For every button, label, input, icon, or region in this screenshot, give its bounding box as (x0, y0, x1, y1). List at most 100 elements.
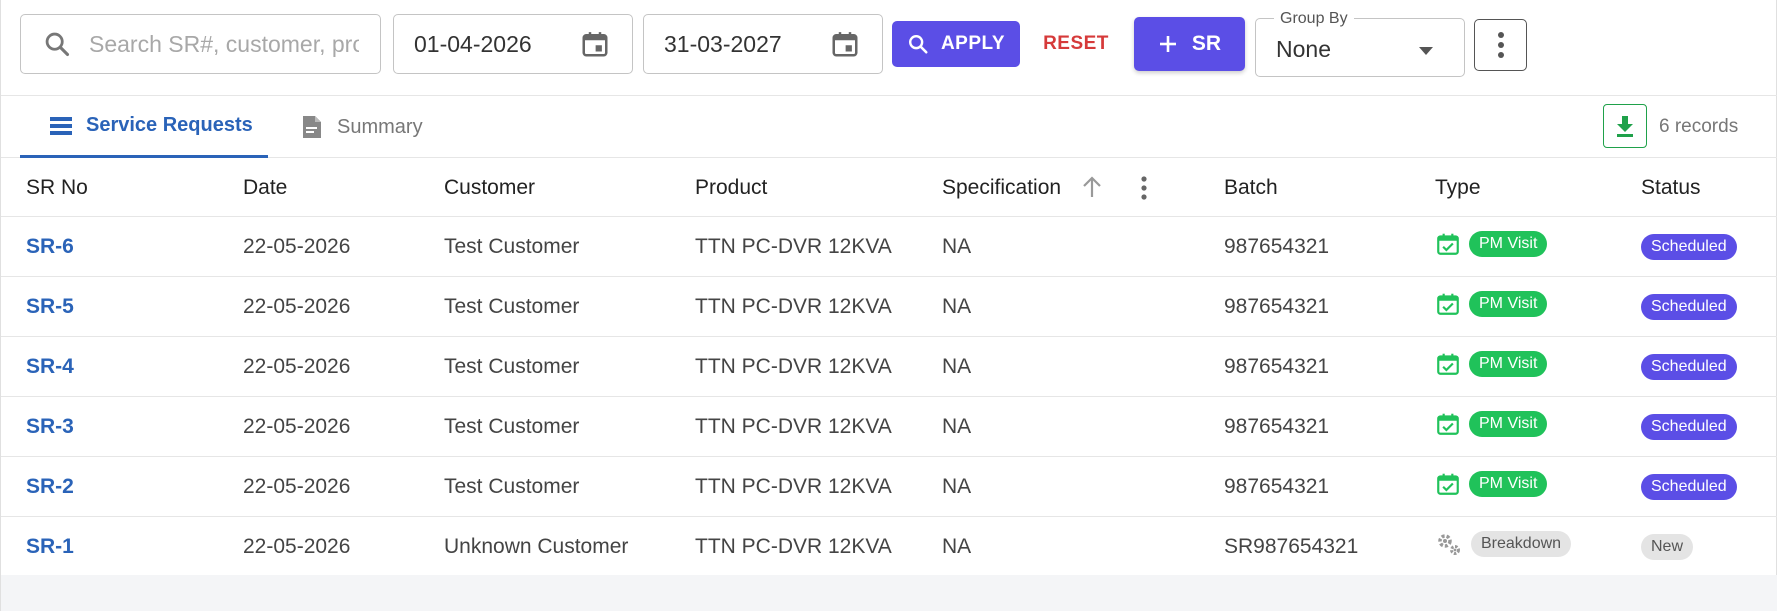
table-footer-area (1, 575, 1777, 611)
table-header: SR No Date Customer Product Specificatio… (1, 158, 1777, 217)
add-sr-label: SR (1191, 32, 1222, 55)
specification-cell: NA (942, 235, 972, 258)
group-by-select[interactable]: Group By None (1255, 10, 1465, 77)
tab-label: Summary (337, 115, 423, 138)
sr-number-link[interactable]: SR-5 (26, 295, 74, 319)
search-icon (908, 35, 928, 54)
specification-cell: NA (942, 475, 972, 498)
batch-cell: 987654321 (1224, 295, 1330, 318)
sr-number-link[interactable]: SR-2 (26, 475, 74, 499)
status-cell: Scheduled (1641, 234, 1737, 260)
type-badge: PM Visit (1469, 231, 1548, 257)
batch-cell: SR987654321 (1224, 535, 1359, 558)
chevron-down-icon (1419, 47, 1433, 55)
calendar-icon[interactable] (580, 29, 610, 59)
table-row[interactable]: SR-1 22-05-2026 Unknown Customer TTN PC-DVR… (1, 517, 1777, 577)
calendar-check-icon (1437, 233, 1459, 255)
batch-cell: 987654321 (1224, 355, 1330, 378)
tab-bar: Service Requests Summary 6 records (1, 96, 1777, 158)
column-header-specification[interactable]: Specification (942, 176, 1061, 200)
type-cell: Breakdown (1435, 531, 1572, 557)
status-cell: Scheduled (1641, 294, 1737, 320)
column-header-date[interactable]: Date (243, 176, 287, 200)
type-cell: PM Visit (1435, 471, 1548, 497)
column-header-sr-no[interactable]: SR No (26, 176, 88, 200)
status-badge: Scheduled (1641, 354, 1737, 380)
date-cell: 22-05-2026 (243, 355, 351, 378)
group-by-legend: Group By (1274, 10, 1354, 28)
calendar-icon[interactable] (830, 29, 860, 59)
type-cell: PM Visit (1435, 411, 1548, 437)
sr-number-link[interactable]: SR-1 (26, 535, 74, 559)
download-icon (1617, 116, 1633, 137)
list-icon (50, 116, 72, 135)
type-cell: PM Visit (1435, 231, 1548, 257)
column-header-product[interactable]: Product (695, 176, 767, 200)
status-badge: Scheduled (1641, 294, 1737, 320)
specification-cell: NA (942, 355, 972, 378)
calendar-check-icon (1437, 473, 1459, 495)
column-menu-icon[interactable] (1140, 175, 1148, 201)
customer-cell: Test Customer (444, 415, 580, 438)
reset-button[interactable]: RESET (1031, 21, 1121, 67)
type-badge: PM Visit (1469, 291, 1548, 317)
status-badge: Scheduled (1641, 234, 1737, 260)
product-cell: TTN PC-DVR 12KVA (695, 415, 892, 438)
reset-label: RESET (1043, 33, 1109, 54)
specification-cell: NA (942, 415, 972, 438)
summary-icon (303, 116, 321, 138)
start-date-field[interactable]: 01-04-2026 (393, 14, 633, 74)
more-options-button[interactable] (1474, 19, 1527, 71)
column-header-batch[interactable]: Batch (1224, 176, 1278, 200)
calendar-check-icon (1437, 353, 1459, 375)
sr-number-link[interactable]: SR-3 (26, 415, 74, 439)
column-header-status[interactable]: Status (1641, 176, 1701, 200)
tab-summary[interactable]: Summary (301, 96, 423, 158)
sort-ascending-icon[interactable] (1081, 175, 1103, 199)
product-cell: TTN PC-DVR 12KVA (695, 235, 892, 258)
customer-cell: Test Customer (444, 355, 580, 378)
sr-number-link[interactable]: SR-4 (26, 355, 74, 379)
apply-button[interactable]: APPLY (892, 21, 1020, 67)
table-row[interactable]: SR-6 22-05-2026 Test Customer TTN PC-DVR 12… (1, 217, 1777, 277)
tab-service-requests[interactable]: Service Requests (20, 96, 268, 158)
specification-cell: NA (942, 535, 972, 558)
column-header-customer[interactable]: Customer (444, 176, 535, 200)
download-button[interactable] (1603, 104, 1647, 148)
date-cell: 22-05-2026 (243, 415, 351, 438)
table-row[interactable]: SR-5 22-05-2026 Test Customer TTN PC-DVR 12… (1, 277, 1777, 337)
date-cell: 22-05-2026 (243, 535, 351, 558)
status-badge: Scheduled (1641, 474, 1737, 500)
type-cell: PM Visit (1435, 291, 1548, 317)
sr-number-link[interactable]: SR-6 (26, 235, 74, 259)
batch-cell: 987654321 (1224, 415, 1330, 438)
add-sr-button[interactable]: SR (1134, 17, 1245, 71)
column-header-type[interactable]: Type (1435, 176, 1481, 200)
end-date-field[interactable]: 31-03-2027 (643, 14, 883, 74)
product-cell: TTN PC-DVR 12KVA (695, 355, 892, 378)
status-badge: Scheduled (1641, 414, 1737, 440)
search-box[interactable] (20, 14, 381, 74)
date-cell: 22-05-2026 (243, 295, 351, 318)
customer-cell: Test Customer (444, 295, 580, 318)
kebab-menu-icon (1497, 32, 1504, 58)
records-count: 6 records (1659, 116, 1739, 137)
tab-label: Service Requests (86, 114, 253, 136)
type-badge: PM Visit (1469, 471, 1548, 497)
product-cell: TTN PC-DVR 12KVA (695, 475, 892, 498)
search-icon (45, 32, 70, 57)
status-badge: New (1641, 534, 1694, 560)
batch-cell: 987654321 (1224, 235, 1330, 258)
customer-cell: Unknown Customer (444, 535, 629, 558)
search-input[interactable] (89, 30, 359, 58)
date-cell: 22-05-2026 (243, 235, 351, 258)
type-badge: Breakdown (1471, 531, 1572, 557)
service-requests-table: SR No Date Customer Product Specificatio… (1, 158, 1777, 577)
table-row[interactable]: SR-2 22-05-2026 Test Customer TTN PC-DVR 12… (1, 457, 1777, 517)
product-cell: TTN PC-DVR 12KVA (695, 295, 892, 318)
type-badge: PM Visit (1469, 411, 1548, 437)
table-row[interactable]: SR-4 22-05-2026 Test Customer TTN PC-DVR 12… (1, 337, 1777, 397)
status-cell: New (1641, 534, 1694, 560)
calendar-check-icon (1437, 293, 1459, 315)
table-row[interactable]: SR-3 22-05-2026 Test Customer TTN PC-DVR 12… (1, 397, 1777, 457)
